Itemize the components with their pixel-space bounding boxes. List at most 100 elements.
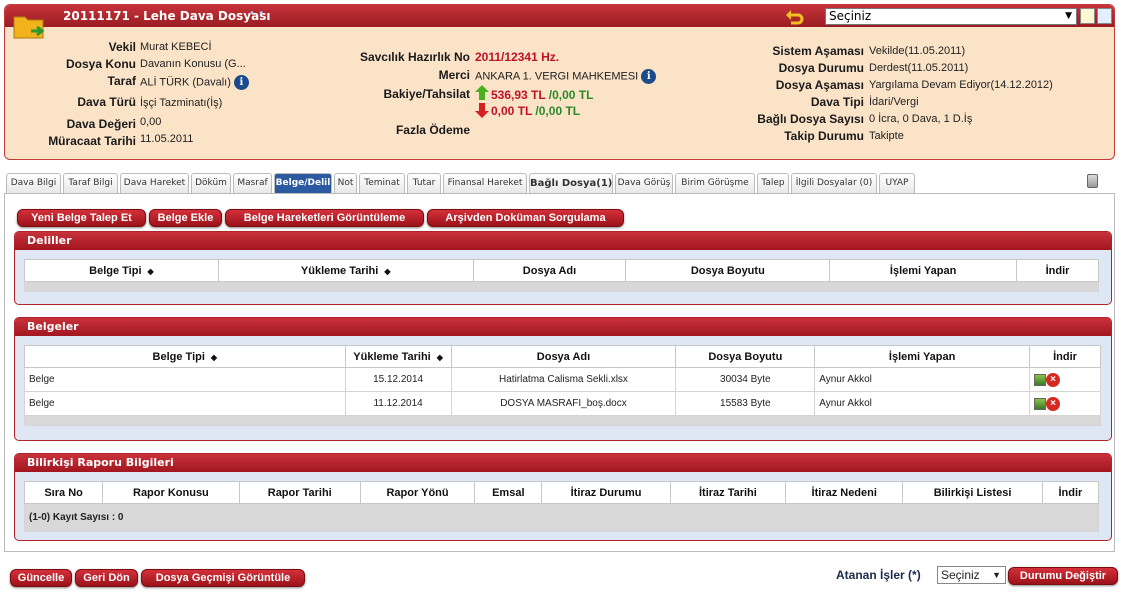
tipi-label: Dava Tipi (810, 95, 864, 109)
deger-label: Dava Değeri (66, 117, 136, 131)
takip-value: Takipte (869, 130, 904, 142)
takip-label: Takip Durumu (784, 129, 864, 143)
tab-uyap[interactable]: UYAP (879, 173, 915, 193)
cell-belge-tipi: Belge (24, 367, 346, 392)
belge-hareketleri-button[interactable]: Belge Hareketleri Görüntüleme (225, 209, 424, 227)
taraf-value: ALİ TÜRK (Davalı) i (140, 75, 249, 90)
durum-degistir-button[interactable]: Durumu Değiştir (1008, 567, 1118, 585)
tipi-value: İdari/Vergi (869, 96, 919, 108)
bilirkisi-section: Bilirkişi Raporu Bilgileri Sıra No Rapor… (14, 453, 1112, 541)
tab-bagli-dosya[interactable]: Bağlı Dosya(1) (529, 173, 613, 193)
merci-label: Merci (438, 68, 470, 82)
col-indir: İndir (1041, 481, 1100, 504)
fazla-label: Fazla Ödeme (395, 123, 470, 137)
tab-ilgili-dosyalar[interactable]: İlgili Dosyalar (0) (791, 173, 877, 193)
belge-ekle-button[interactable]: Belge Ekle (149, 209, 222, 227)
record-count: (1-0) Kayıt Sayısı : 0 (24, 503, 1099, 532)
bakiye-row1: 536,93 TL /0,00 TL (491, 88, 594, 102)
col-dosya-adi: Dosya Adı (472, 259, 627, 282)
add-note-icon[interactable] (1080, 8, 1095, 24)
deliller-section: Deliller Belge Tipi ◆ Yükleme Tarihi ◆ Dos… (14, 231, 1112, 305)
cell-dosya-adi: DOSYA MASRAFI_boş.docx (450, 391, 677, 416)
yeni-belge-talep-button[interactable]: Yeni Belge Talep Et (17, 209, 146, 227)
file-title: 20111171 - Lehe Dava Dosyası (63, 9, 271, 23)
cell-indir: × (1029, 367, 1101, 392)
col-belge-tipi[interactable]: Belge Tipi ◆ (24, 259, 219, 282)
refresh-icon[interactable] (1097, 8, 1112, 24)
info-icon[interactable]: i (641, 69, 657, 84)
col-indir: İndir (1029, 345, 1101, 368)
merci-value: ANKARA 1. VERGI MAHKEMESI i (475, 69, 657, 84)
taraf-label: Taraf (107, 74, 136, 88)
vekil-value: Murat KEBECİ (140, 41, 212, 53)
bakiye-row2: 0,00 TL /0,00 TL (491, 104, 581, 118)
col-yukleme-tarihi[interactable]: Yükleme Tarihi ◆ (217, 259, 474, 282)
konu-label: Dosya Konu (65, 57, 136, 71)
table-row: Belge 15.12.2014 Hatirlatma Calisma Sekl… (24, 367, 1101, 392)
col-yukleme-tarihi[interactable]: Yükleme Tarihi ◆ (344, 345, 452, 368)
undo-icon[interactable] (785, 7, 805, 25)
deliller-table: Belge Tipi ◆ Yükleme Tarihi ◆ Dosya Adı Do… (24, 259, 1099, 292)
deliller-title: Deliller (15, 232, 1111, 250)
col-belge-tipi[interactable]: Belge Tipi ◆ (24, 345, 346, 368)
up-arrow-icon (475, 85, 489, 100)
tab-dava-bilgi[interactable]: Dava Bilgi (6, 173, 61, 193)
asama-value: Yargılama Devam Ediyor(14.12.2012) (869, 79, 1053, 91)
bilirkisi-table: Sıra No Rapor Konusu Rapor Tarihi Rapor … (23, 481, 1100, 532)
tab-tutar[interactable]: Tutar (407, 173, 441, 193)
dosya-gecmisi-button[interactable]: Dosya Geçmişi Görüntüle (141, 569, 305, 587)
tab-dava-hareket[interactable]: Dava Hareket (120, 173, 189, 193)
belgeler-title: Belgeler (15, 318, 1111, 336)
bakiye-label: Bakiye/Tahsilat (383, 87, 470, 101)
tab-teminat[interactable]: Teminat (359, 173, 405, 193)
atanan-isler-label: Atanan İşler (*) (836, 568, 921, 582)
title-dots: • • (249, 8, 264, 19)
tab-birim-gorusme[interactable]: Birim Görüşme (675, 173, 755, 193)
download-icon[interactable] (1034, 397, 1047, 410)
savcilik-label: Savcılık Hazırlık No (359, 50, 470, 64)
tab-dokum[interactable]: Döküm (191, 173, 231, 193)
cell-belge-tipi: Belge (24, 391, 346, 416)
col-rapor-yonu: Rapor Yönü (359, 481, 476, 504)
col-itiraz-durumu: İtiraz Durumu (541, 481, 671, 504)
tab-masraf[interactable]: Masraf (233, 173, 272, 193)
tab-taraf-bilgi[interactable]: Taraf Bilgi (63, 173, 118, 193)
col-dosya-boyutu: Dosya Boyutu (675, 345, 816, 368)
header-bar: 20111171 - Lehe Dava Dosyası • • Seçiniz… (5, 5, 1114, 27)
header-select[interactable]: Seçiniz ▼ (825, 8, 1077, 25)
folder-icon (13, 16, 45, 39)
delete-icon[interactable]: × (1046, 396, 1061, 411)
tab-not[interactable]: Not (334, 173, 357, 193)
tab-belge-delil[interactable]: Belge/Delil (274, 173, 332, 193)
arsiv-sorgulama-button[interactable]: Arşivden Doküman Sorgulama (427, 209, 624, 227)
cell-yukleme-tarihi: 11.12.2014 (344, 391, 452, 416)
tab-dava-gorus[interactable]: Dava Görüş (615, 173, 673, 193)
col-indir: İndir (1016, 259, 1099, 282)
col-islemi-yapan: İşlemi Yapan (829, 259, 1018, 282)
tab-finansal-hareket[interactable]: Finansal Hareket (443, 173, 527, 193)
bagli-value: 0 İcra, 0 Dava, 1 D.İş (869, 113, 973, 125)
belgeler-table: Belge Tipi ◆ Yükleme Tarihi ◆ Dosya Adı Do… (24, 345, 1101, 426)
turu-value: İşçi Tazminatı(İş) (140, 97, 223, 109)
tab-talep[interactable]: Talep (757, 173, 789, 193)
geri-don-button[interactable]: Geri Dön (75, 569, 138, 587)
col-islemi-yapan: İşlemi Yapan (814, 345, 1031, 368)
bilirkisi-title: Bilirkişi Raporu Bilgileri (15, 454, 1111, 472)
belgeler-section: Belgeler Belge Tipi ◆ Yükleme Tarihi ◆ Dos… (14, 317, 1112, 441)
sistem-value: Vekilde(11.05.2011) (869, 45, 966, 57)
table-footer (24, 281, 1099, 292)
atanan-isler-select[interactable]: Seçiniz ▼ (937, 566, 1006, 584)
table-footer (24, 415, 1101, 426)
col-dosya-boyutu: Dosya Boyutu (625, 259, 831, 282)
delete-icon[interactable]: × (1046, 372, 1061, 387)
guncelle-button[interactable]: Güncelle (10, 569, 72, 587)
trash-icon[interactable] (1087, 174, 1098, 188)
info-icon[interactable]: i (233, 75, 249, 90)
muracaat-value: 11.05.2011 (140, 133, 194, 145)
download-icon[interactable] (1034, 373, 1047, 386)
col-rapor-tarihi: Rapor Tarihi (238, 481, 361, 504)
col-itiraz-nedeni: İtiraz Nedeni (785, 481, 904, 504)
sistem-label: Sistem Aşaması (772, 44, 864, 58)
table-row: Belge 11.12.2014 DOSYA MASRAFI_boş.docx … (24, 391, 1101, 416)
col-itiraz-tarihi: İtiraz Tarihi (669, 481, 787, 504)
